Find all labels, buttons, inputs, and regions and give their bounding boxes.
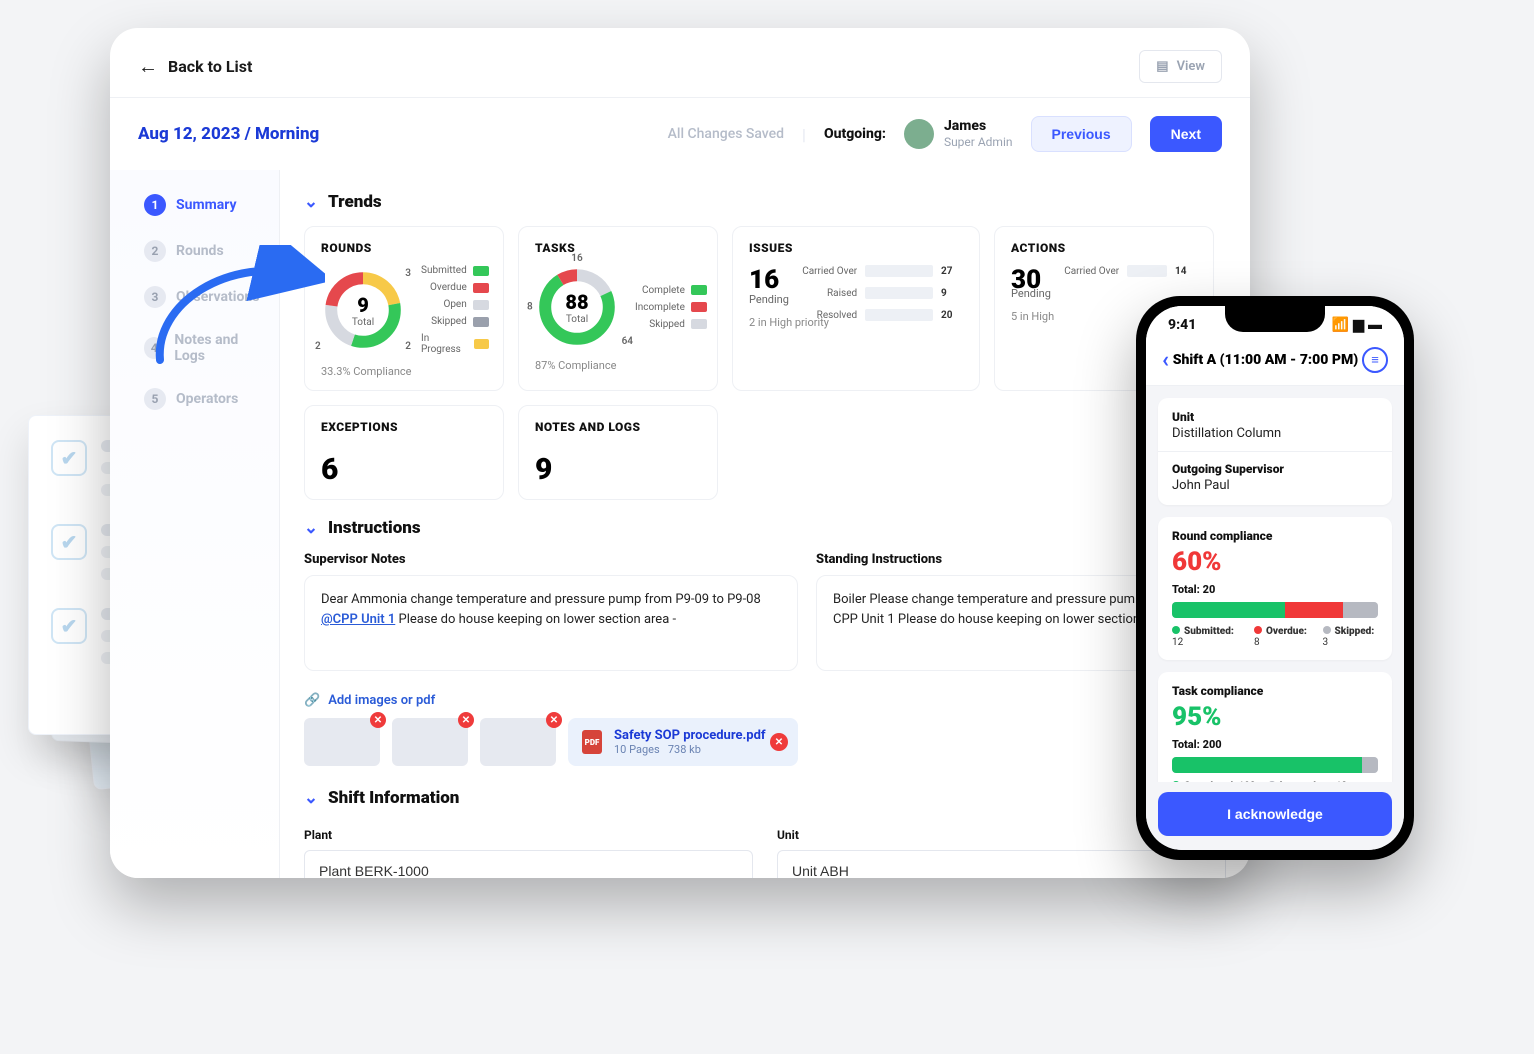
wifi-icon: ▆ [1353, 317, 1364, 333]
section-shift-info-header[interactable]: ⌄ Shift Information [304, 788, 1226, 808]
plant-label: Plant [304, 828, 753, 842]
rounds-legend: Submitted Overdue Open Skipped In Progre… [421, 265, 489, 355]
card-notes-logs: NOTES AND LOGS 9 [518, 405, 718, 500]
step-summary[interactable]: 1Summary [138, 182, 271, 228]
phone-filter-button[interactable]: ≡ [1362, 347, 1388, 373]
chevron-down-icon: ⌄ [304, 195, 318, 209]
user-block[interactable]: James Super Admin [904, 119, 1013, 149]
attachment-thumb[interactable]: ✕ [480, 718, 556, 766]
phone-round-compliance: Round compliance 60% Total: 20 Submitted… [1158, 517, 1392, 660]
shift-date-title: Aug 12, 2023 / Morning [138, 124, 319, 144]
step-rounds[interactable]: 2Rounds [138, 228, 271, 274]
pdf-icon: PDF [582, 730, 602, 754]
tasks-footer: 87% Compliance [535, 359, 701, 372]
remove-icon[interactable]: ✕ [370, 712, 386, 728]
rounds-footer: 33.3% Compliance [321, 365, 487, 378]
card-issues-title: ISSUES [749, 241, 963, 255]
acknowledge-button[interactable]: I acknowledge [1158, 792, 1392, 836]
step-notes-logs[interactable]: 4Notes and Logs [138, 320, 271, 376]
arrow-left-icon: ← [138, 54, 158, 79]
chevron-down-icon: ⌄ [304, 521, 318, 535]
card-exceptions: EXCEPTIONS 6 [304, 405, 504, 500]
autosave-status: All Changes Saved [668, 126, 784, 142]
user-role: Super Admin [944, 135, 1013, 149]
attachment-thumb[interactable]: ✕ [304, 718, 380, 766]
next-button[interactable]: Next [1150, 116, 1222, 152]
tasks-legend: Complete Incomplete Skipped [635, 285, 707, 330]
supervisor-notes-heading: Supervisor Notes [304, 552, 798, 567]
card-rounds: ROUNDS 9Total 2 3 2 [304, 226, 504, 391]
file-name: Safety SOP procedure.pdf [614, 728, 766, 743]
section-trends-title: Trends [328, 192, 382, 212]
attachment-thumb[interactable]: ✕ [392, 718, 468, 766]
phone-statusbar: 9:41 📶 ▆ ▬ [1146, 306, 1404, 337]
phone-title: Shift A (11:00 AM - 7:00 PM) [1173, 352, 1358, 368]
exceptions-value: 6 [321, 452, 487, 487]
back-label: Back to List [168, 57, 252, 76]
tasks-donut: 88Total 16 8 64 [535, 265, 619, 349]
section-instructions-header[interactable]: ⌄ Instructions [304, 518, 1226, 538]
step-operators[interactable]: 5Operators [138, 376, 271, 422]
battery-icon: ▬ [1368, 316, 1382, 333]
plant-input[interactable] [304, 850, 753, 878]
chevron-down-icon: ⌄ [304, 791, 318, 805]
outgoing-label: Outgoing: [824, 126, 886, 142]
phone-mockup: 9:41 📶 ▆ ▬ ‹ Shift A (11:00 AM - 7:00 PM… [1136, 296, 1414, 860]
remove-file-icon[interactable]: ✕ [770, 733, 788, 751]
link-icon: 🔗 [304, 693, 320, 708]
sidebar: 1Summary 2Rounds 3Observations 4Notes an… [110, 170, 280, 878]
step-observations[interactable]: 3Observations [138, 274, 271, 320]
signal-icon: 📶 [1332, 317, 1349, 333]
add-attachment-link[interactable]: 🔗 Add images or pdf [304, 693, 798, 708]
round-segbar [1172, 602, 1378, 618]
remove-icon[interactable]: ✕ [458, 712, 474, 728]
file-attachment[interactable]: PDF Safety SOP procedure.pdf 10 Pages 73… [568, 718, 798, 766]
view-label: View [1177, 59, 1205, 74]
content: ⌄ Trends ROUNDS [280, 170, 1250, 878]
card-tasks-title: TASKS [535, 241, 701, 255]
previous-button[interactable]: Previous [1031, 116, 1132, 152]
supervisor-notes-box[interactable]: Dear Ammonia change temperature and pres… [304, 575, 798, 671]
remove-icon[interactable]: ✕ [546, 712, 562, 728]
card-tasks: TASKS 88Total 16 8 64 [518, 226, 718, 391]
phone-task-compliance: Task compliance 95% Total: 200 Completed… [1158, 672, 1392, 782]
rounds-donut: 9Total 2 3 2 2 [321, 268, 405, 352]
noteslogs-value: 9 [535, 452, 701, 487]
mention-link[interactable]: @CPP Unit 1 [321, 612, 395, 627]
phone-time: 9:41 [1168, 317, 1196, 333]
view-button[interactable]: ▤ View [1139, 50, 1222, 83]
task-segbar [1172, 757, 1378, 773]
back-to-list[interactable]: ← Back to List [138, 54, 252, 79]
card-actions-title: ACTIONS [1011, 241, 1197, 255]
section-trends-header[interactable]: ⌄ Trends [304, 192, 1226, 212]
phone-unit-card: Unit Distillation Column Outgoing Superv… [1158, 398, 1392, 505]
user-name: James [944, 119, 1013, 134]
phone-back-button[interactable]: ‹ [1162, 348, 1169, 373]
main-window: ← Back to List ▤ View Aug 12, 2023 / Mor… [110, 28, 1250, 878]
card-issues: ISSUES 16 Carried Over27 Raised9 Resolve… [732, 226, 980, 391]
document-icon: ▤ [1156, 59, 1168, 74]
card-rounds-title: ROUNDS [321, 241, 487, 255]
avatar [904, 119, 934, 149]
